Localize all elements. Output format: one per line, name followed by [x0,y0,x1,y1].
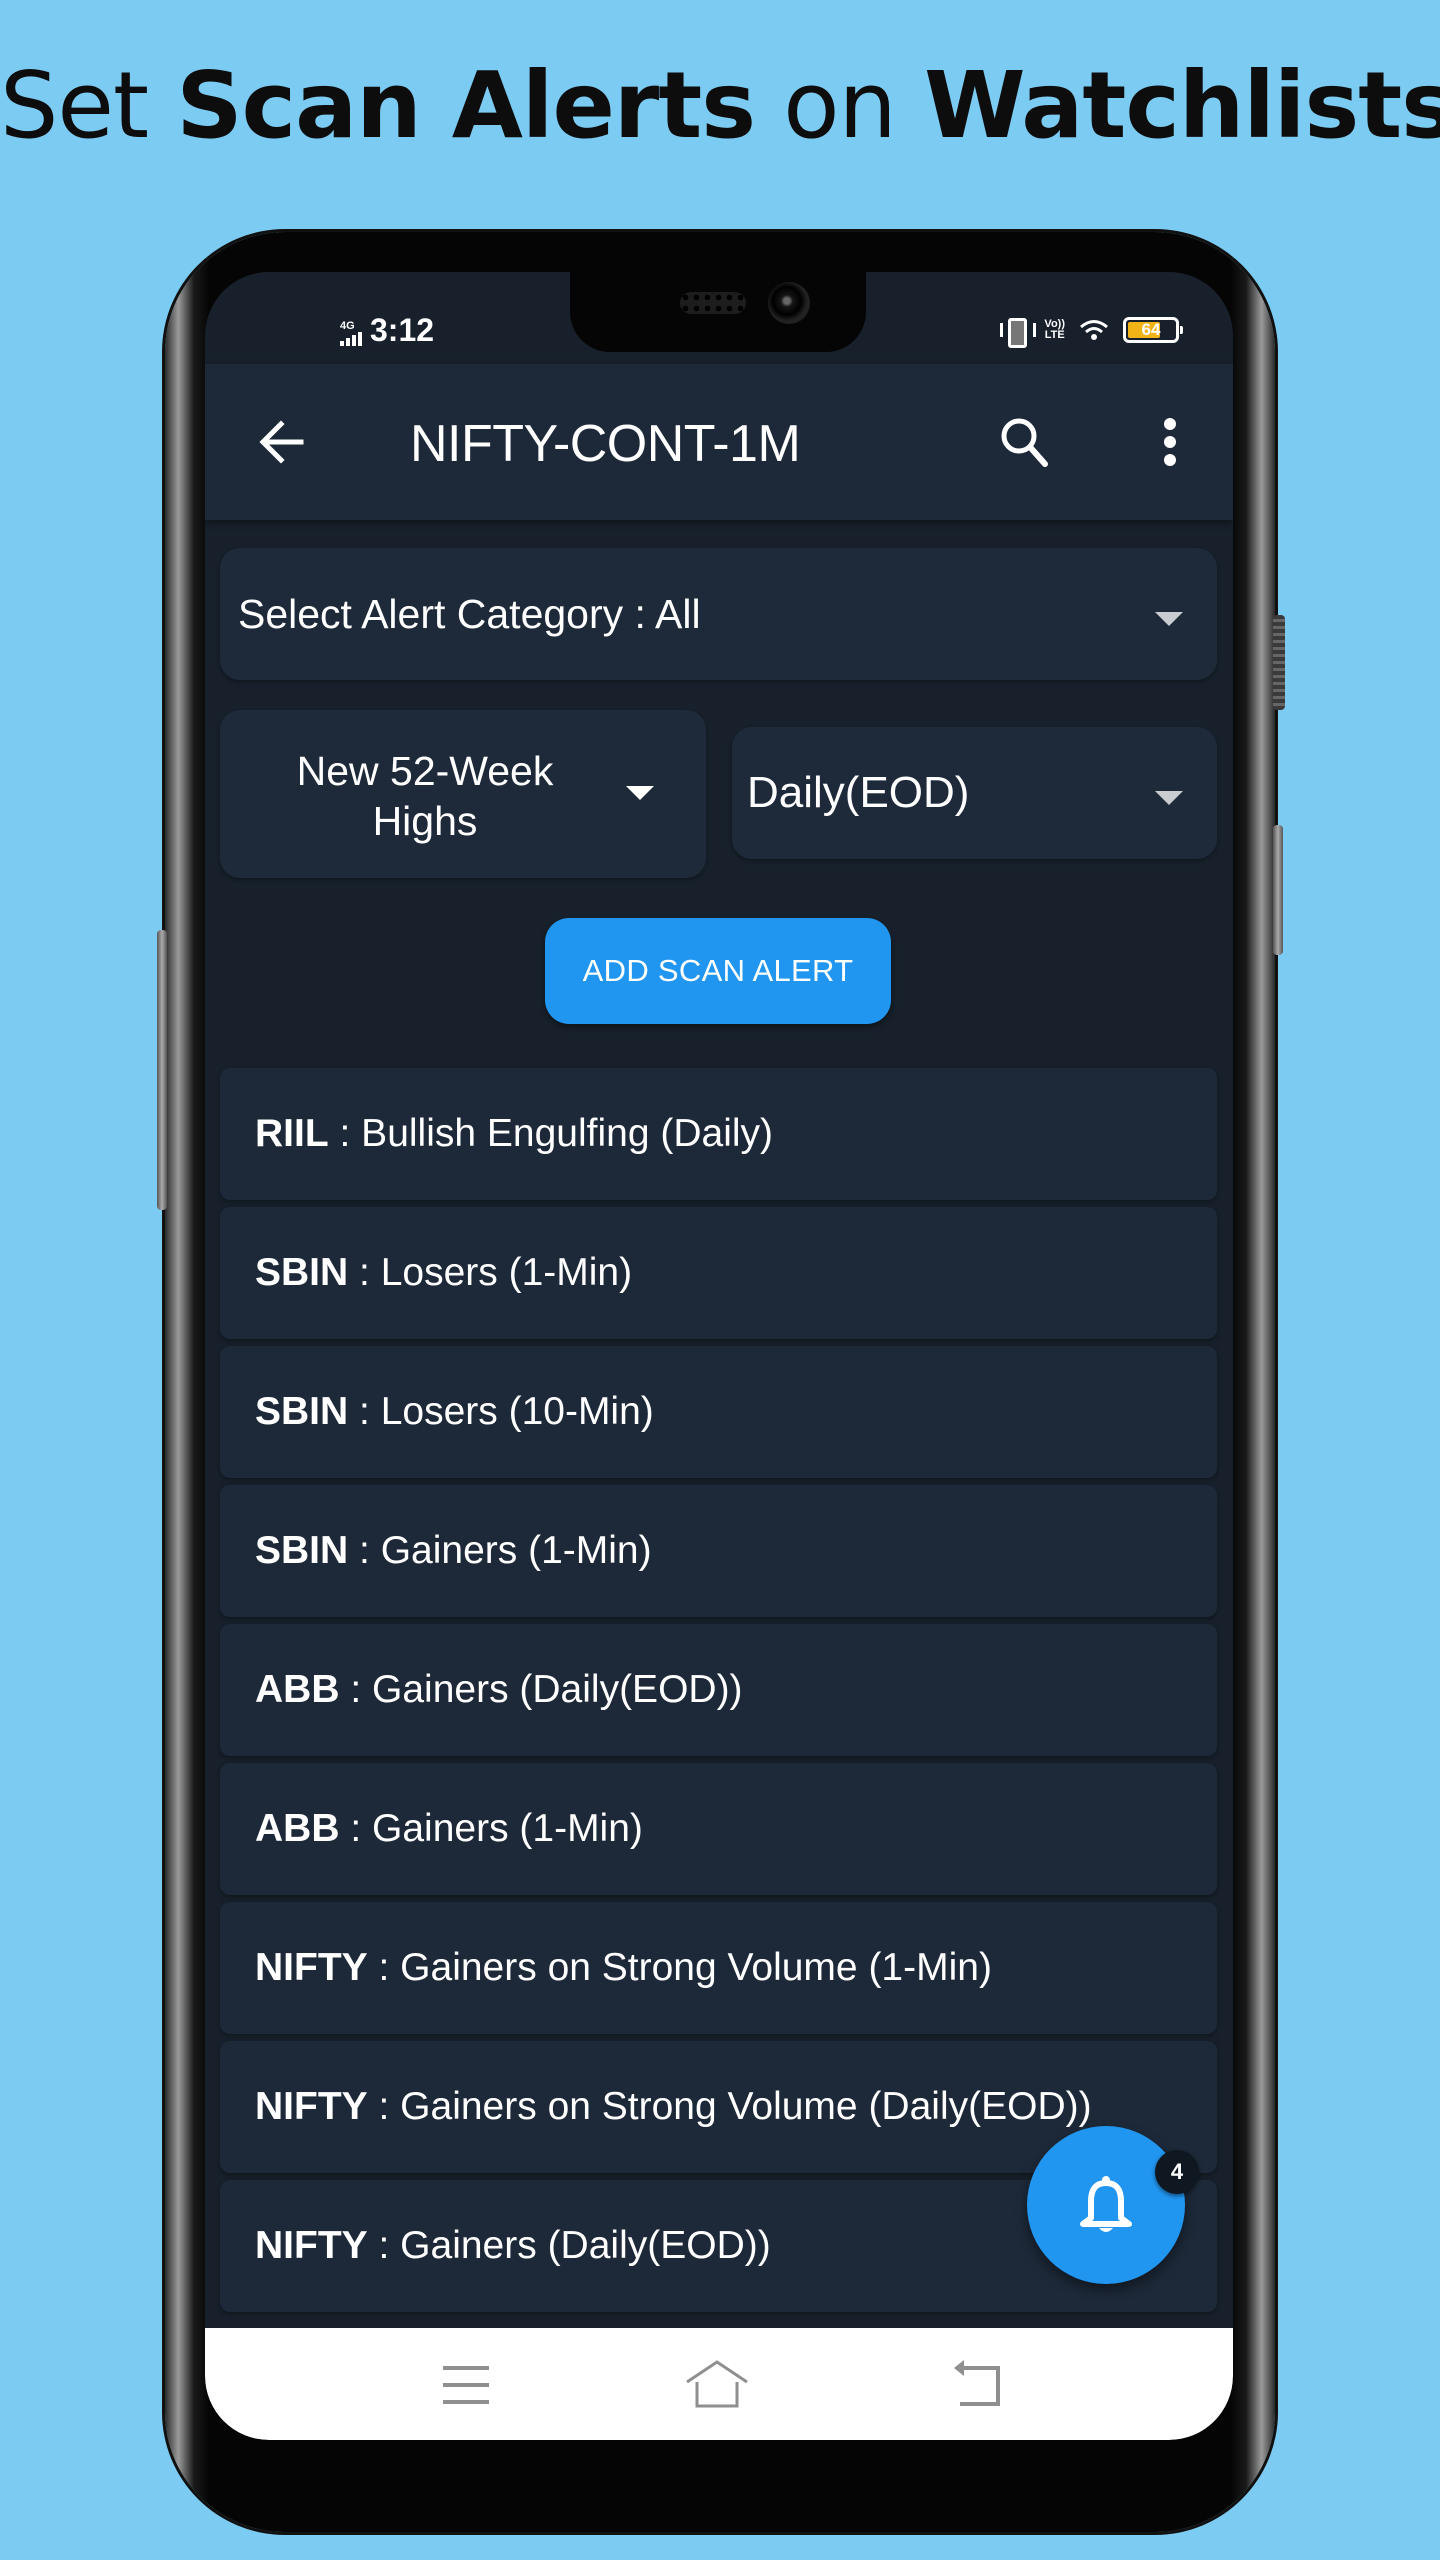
notification-count-badge: 4 [1155,2150,1199,2194]
alert-description: : Gainers (Daily(EOD)) [339,1668,743,1711]
alert-description: : Gainers on Strong Volume (Daily(EOD)) [367,2085,1092,2128]
battery-percent: 64 [1141,320,1161,339]
status-time: 3:12 [370,312,435,348]
phone-alert-slider [1273,615,1285,710]
list-item[interactable]: NIFTY : Gainers on Strong Volume (1-Min) [220,1902,1217,2034]
recents-button[interactable] [433,2358,497,2412]
wifi-icon [1079,318,1109,342]
headline-part: Scan Alerts [176,52,756,159]
phone-power-button [1273,825,1283,955]
alert-description: : Gainers (1-Min) [348,1529,652,1572]
signal-icon: 4G [340,321,362,346]
system-back-button[interactable] [950,2358,1014,2412]
alert-symbol: NIFTY [255,1946,368,1989]
app-bar: NIFTY-CONT-1M [205,364,1233,520]
back-arrow-icon [259,420,304,464]
alert-symbol: NIFTY [255,2085,368,2128]
scan-type-value: New 52-Week Highs [296,748,554,844]
list-item[interactable]: SBIN : Gainers (1-Min) [220,1485,1217,1617]
headline-part: Set [0,52,177,159]
home-icon [686,2360,748,2408]
add-scan-alert-button[interactable]: ADD SCAN ALERT [545,918,891,1024]
headline-part: Watchlists [924,52,1440,159]
alert-description: : Gainers (Daily(EOD)) [367,2224,771,2267]
battery-icon: 64 [1123,317,1183,343]
list-item[interactable]: ABB : Gainers (1-Min) [220,1763,1217,1895]
system-nav-bar [205,2328,1233,2440]
back-button[interactable] [255,414,311,470]
alert-description: : Gainers (1-Min) [339,1807,643,1850]
list-item[interactable]: SBIN : Losers (1-Min) [220,1207,1217,1339]
more-options-button[interactable] [1140,412,1200,472]
vibrate-icon [1000,316,1037,348]
scan-type-dropdown[interactable]: New 52-Week Highs [220,710,706,878]
dropdown-arrow-icon [1155,612,1183,626]
network-type: 4G [340,320,355,332]
bell-icon [1080,2176,1132,2232]
alert-description: : Bullish Engulfing (Daily) [328,1112,774,1155]
list-item[interactable]: SBIN : Losers (10-Min) [220,1346,1217,1478]
alert-category-dropdown[interactable]: Select Alert Category : All [220,548,1217,680]
promo-headline: Set Scan Alerts on Watchlists [0,52,1440,159]
home-button[interactable] [685,2358,749,2412]
phone-side-button [157,930,167,1210]
dropdown-arrow-icon [626,786,654,800]
front-camera [768,282,810,324]
earpiece-speaker [680,292,746,314]
more-vert-icon [1164,418,1176,466]
alert-description: : Losers (1-Min) [348,1251,633,1294]
page-title: NIFTY-CONT-1M [410,415,801,473]
search-icon [1001,418,1048,467]
alert-description: : Gainers on Strong Volume (1-Min) [367,1946,992,1989]
alert-list: RIIL : Bullish Engulfing (Daily) SBIN : … [220,1068,1217,2319]
interval-dropdown[interactable]: Daily(EOD) [732,727,1217,859]
volte-bottom: LTE [1044,329,1065,341]
phone-screen: 4G 3:12 Vo)) LTE 64 NIFTY-CONT-1M Select… [205,272,1233,2440]
headline-part: on [754,52,925,159]
alert-category-label: Select Alert Category : All [238,591,701,637]
list-item[interactable]: ABB : Gainers (Daily(EOD)) [220,1624,1217,1756]
alert-symbol: SBIN [255,1251,349,1294]
alert-symbol: NIFTY [255,2224,368,2267]
alert-symbol: ABB [255,1668,340,1711]
list-item[interactable]: RIIL : Bullish Engulfing (Daily) [220,1068,1217,1200]
search-button[interactable] [995,412,1055,472]
alert-description: : Losers (10-Min) [348,1390,654,1433]
back-icon [954,2360,1000,2406]
alert-symbol: RIIL [255,1112,329,1155]
notifications-fab[interactable] [1027,2126,1185,2284]
alert-symbol: SBIN [255,1529,349,1572]
camera-notch [570,272,866,352]
volte-icon: Vo)) LTE [1044,319,1065,341]
alert-symbol: ABB [255,1807,340,1850]
interval-value: Daily(EOD) [747,768,970,817]
dropdown-arrow-icon [1155,791,1183,805]
alert-symbol: SBIN [255,1390,349,1433]
recents-icon [443,2366,489,2404]
